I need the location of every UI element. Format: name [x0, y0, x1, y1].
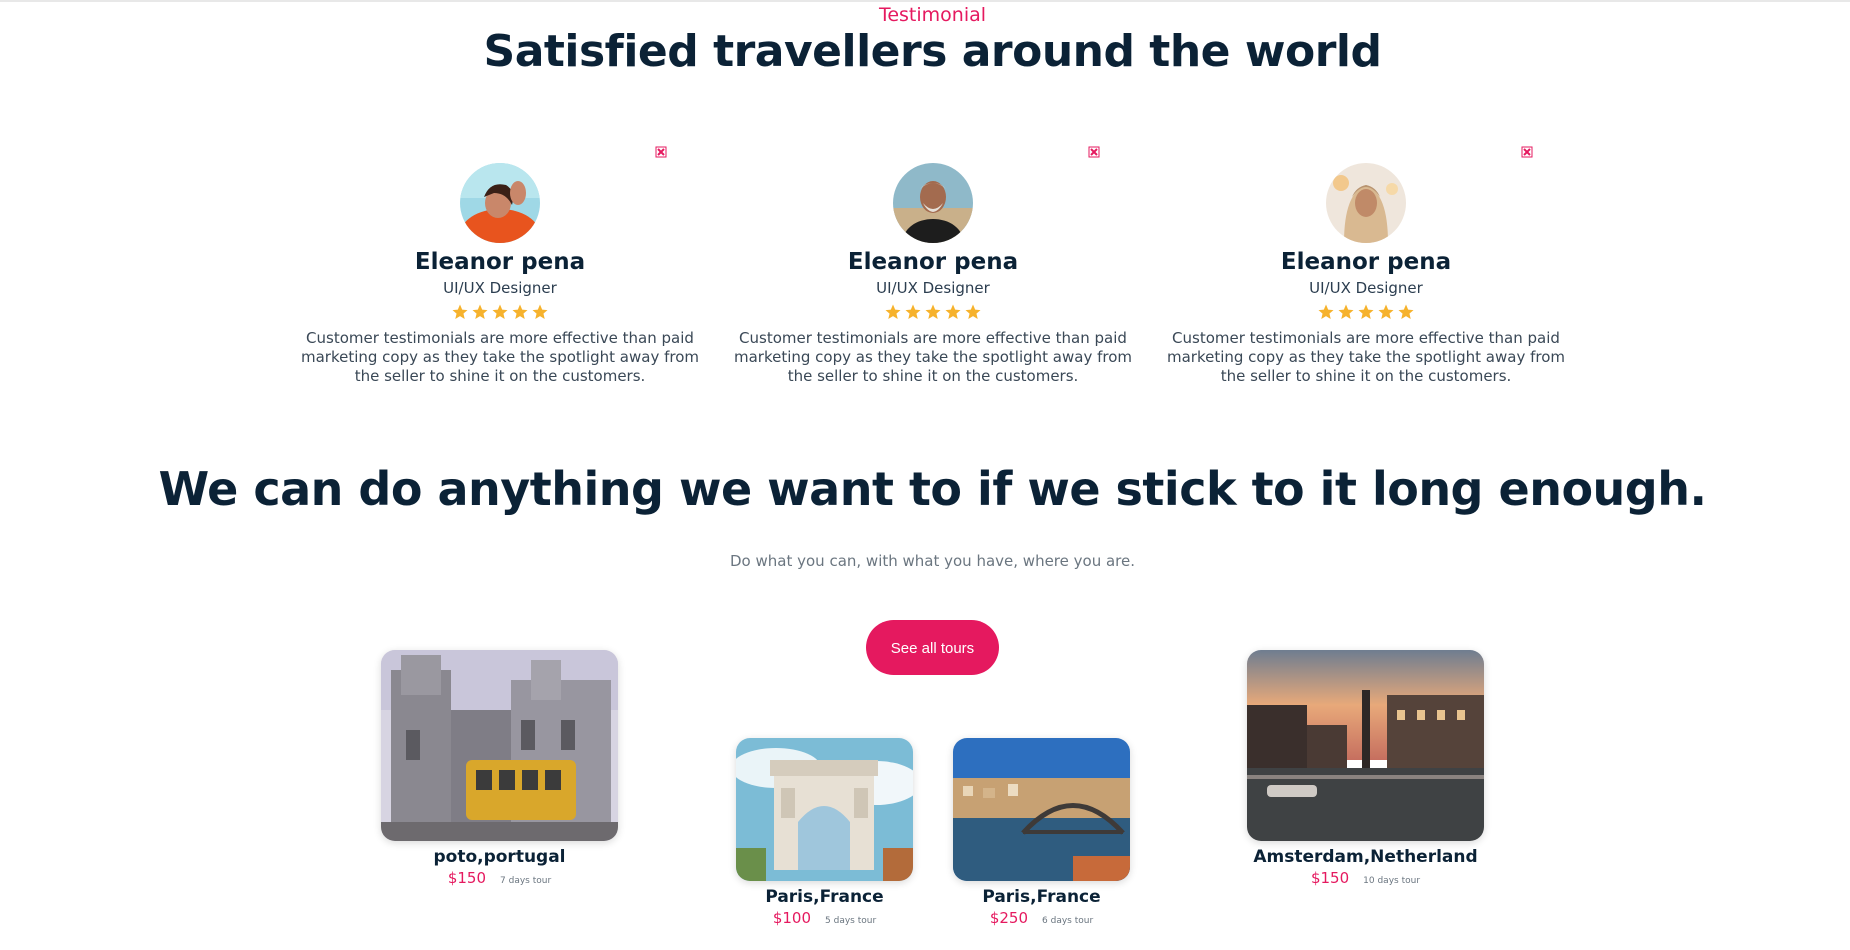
testimonial-card: Eleanor pena UI/UX Designer Customer tes… [1161, 140, 1571, 386]
see-all-tours-button[interactable]: See all tours [866, 620, 999, 675]
tour-meta: $150 7 days tour [381, 869, 618, 887]
close-icon[interactable] [1088, 146, 1100, 158]
star-icon [452, 304, 468, 319]
tour-image[interactable] [381, 650, 618, 841]
star-rating [728, 303, 1138, 323]
star-icon [1398, 304, 1414, 319]
tour-card[interactable]: Paris,France $250 6 days tour [953, 738, 1130, 927]
tour-image[interactable] [736, 738, 913, 881]
avatar [893, 163, 973, 243]
star-icon [1358, 304, 1374, 319]
avatar [1326, 163, 1406, 243]
section-kicker: Testimonial [878, 4, 987, 26]
testimonial-text: Customer testimonials are more effective… [1166, 329, 1566, 385]
star-icon [1338, 304, 1354, 319]
tour-price: $150 [1310, 869, 1350, 887]
tours-heading: We can do anything we want to if we stic… [158, 462, 1707, 516]
tour-price: $100 [772, 909, 812, 927]
testimonial-heading: Satisfied travellers around the world [483, 26, 1382, 77]
testimonial-card: Eleanor pena UI/UX Designer Customer tes… [728, 140, 1138, 386]
tour-card[interactable]: Amsterdam,Netherland $150 10 days tour [1247, 650, 1484, 887]
close-icon[interactable] [1521, 146, 1533, 158]
star-icon [532, 304, 548, 319]
reviewer-name: Eleanor pena [1280, 249, 1452, 275]
star-icon [925, 304, 941, 319]
reviewer-role: UI/UX Designer [1309, 279, 1423, 297]
avatar [460, 163, 540, 243]
star-icon [512, 304, 528, 319]
star-icon [965, 304, 981, 319]
star-rating [295, 303, 705, 323]
testimonial-text: Customer testimonials are more effective… [733, 329, 1133, 385]
star-icon [1378, 304, 1394, 319]
star-icon [885, 304, 901, 319]
tours-subheading: Do what you can, with what you have, whe… [730, 552, 1135, 570]
reviewer-role: UI/UX Designer [443, 279, 557, 297]
star-icon [492, 304, 508, 319]
testimonial-card: Eleanor pena UI/UX Designer Customer tes… [295, 140, 705, 386]
tour-meta: $150 10 days tour [1247, 869, 1484, 887]
tour-card[interactable]: Paris,France $100 5 days tour [736, 738, 913, 927]
star-icon [905, 304, 921, 319]
tour-image[interactable] [1247, 650, 1484, 841]
star-rating [1161, 303, 1571, 323]
tour-meta: $100 5 days tour [736, 909, 913, 927]
star-icon [945, 304, 961, 319]
top-divider [0, 0, 1850, 2]
testimonial-text: Customer testimonials are more effective… [300, 329, 700, 385]
tour-duration: 10 days tour [1363, 876, 1421, 886]
star-icon [472, 304, 488, 319]
tour-name: Amsterdam,Netherland [1253, 847, 1478, 867]
tour-image[interactable] [953, 738, 1130, 881]
tour-name: Paris,France [982, 887, 1101, 907]
tour-name: Paris,France [765, 887, 884, 907]
star-icon [1318, 304, 1334, 319]
reviewer-name: Eleanor pena [847, 249, 1019, 275]
tour-duration: 7 days tour [500, 876, 552, 886]
tour-name: poto,portugal [433, 847, 566, 867]
tour-duration: 5 days tour [825, 916, 877, 926]
close-icon[interactable] [655, 146, 667, 158]
tour-card[interactable]: poto,portugal $150 7 days tour [381, 650, 618, 887]
tour-duration: 6 days tour [1042, 916, 1094, 926]
reviewer-name: Eleanor pena [414, 249, 586, 275]
tour-price: $250 [989, 909, 1029, 927]
tour-price: $150 [447, 869, 487, 887]
tour-meta: $250 6 days tour [953, 909, 1130, 927]
reviewer-role: UI/UX Designer [876, 279, 990, 297]
